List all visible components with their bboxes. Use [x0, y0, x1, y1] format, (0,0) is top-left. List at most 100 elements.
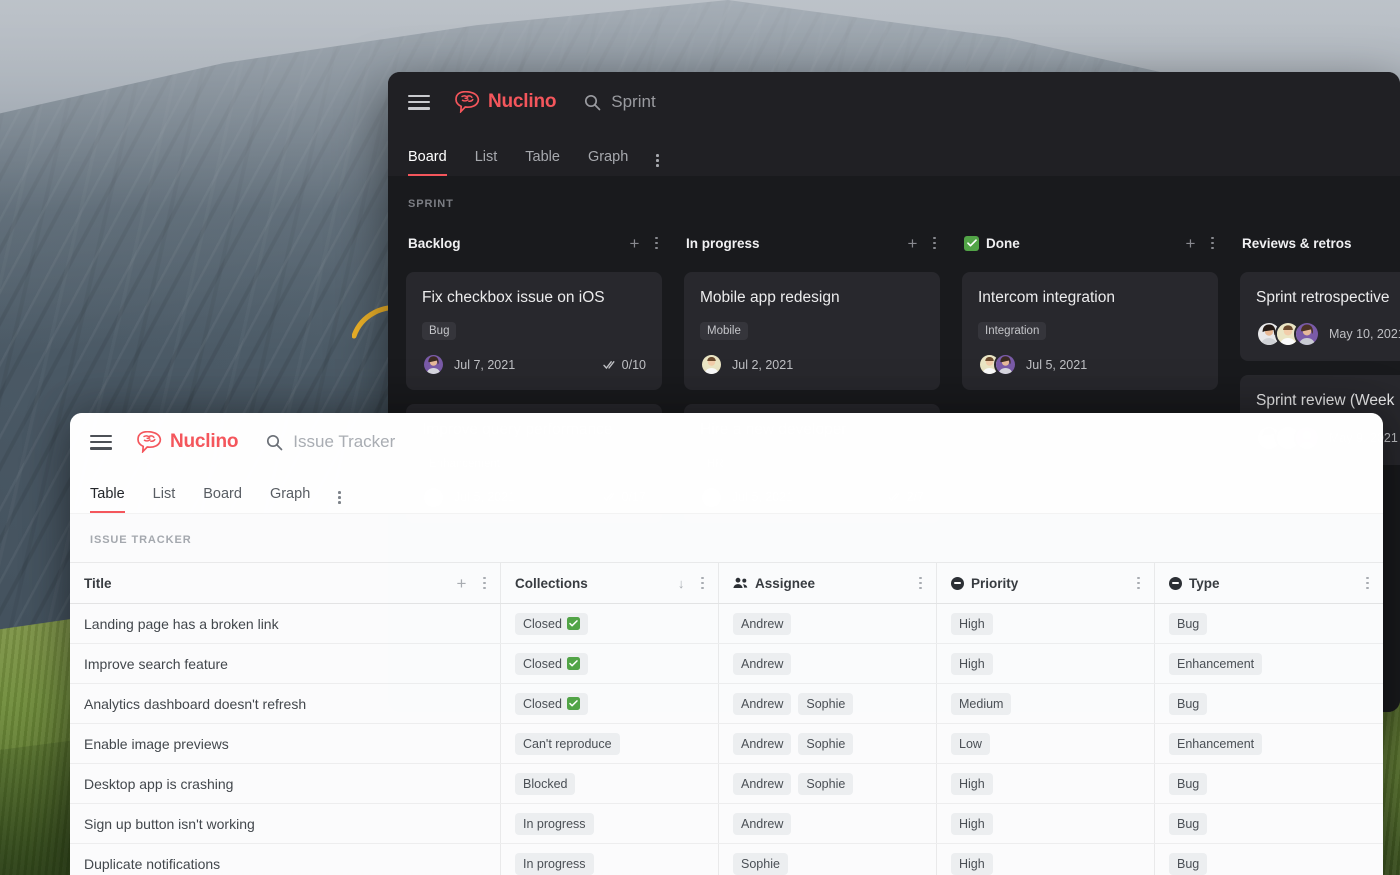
- tab-table[interactable]: Table: [90, 486, 125, 513]
- brand-logo[interactable]: Nuclino: [137, 431, 238, 453]
- cell-assignee[interactable]: Andrew: [718, 644, 936, 683]
- column-title: Backlog: [408, 235, 461, 251]
- tab-board[interactable]: Board: [408, 149, 447, 176]
- assignee-pill: Andrew: [733, 732, 792, 755]
- column-more-icon[interactable]: [1137, 576, 1140, 590]
- cell-assignee[interactable]: Andrew Sophie: [718, 724, 936, 763]
- people-icon: [733, 577, 748, 588]
- cell-priority[interactable]: Low: [936, 724, 1154, 763]
- cell-priority[interactable]: High: [936, 844, 1154, 875]
- cell-type[interactable]: Bug: [1154, 604, 1383, 643]
- column-more-icon[interactable]: [701, 576, 704, 590]
- board-card[interactable]: Fix checkbox issue on iOS Bug Jul 7, 202…: [406, 272, 662, 391]
- add-card-icon[interactable]: +: [629, 235, 639, 252]
- tab-list[interactable]: List: [475, 149, 498, 176]
- tabs-more-icon[interactable]: [338, 491, 341, 513]
- add-card-icon[interactable]: +: [907, 235, 917, 252]
- collection-label: Closed: [523, 656, 562, 671]
- cell-assignee[interactable]: Sophie: [718, 844, 936, 875]
- tab-list[interactable]: List: [153, 486, 176, 513]
- cell-priority[interactable]: High: [936, 644, 1154, 683]
- assignee-pill: Sophie: [798, 692, 854, 715]
- tabs-more-icon[interactable]: [656, 154, 659, 176]
- card-title: Fix checkbox issue on iOS: [422, 289, 605, 306]
- tab-board[interactable]: Board: [203, 486, 242, 513]
- collection-pill: Closed: [515, 652, 588, 675]
- board-kicker: SPRINT: [408, 198, 454, 210]
- cell-type[interactable]: Enhancement: [1154, 644, 1383, 683]
- cell-collections[interactable]: Closed: [500, 604, 718, 643]
- search-bar[interactable]: Sprint: [584, 92, 656, 112]
- table-row[interactable]: Sign up button isn't working In progress…: [70, 804, 1383, 844]
- table-row[interactable]: Improve search feature Closed Andrew Hig…: [70, 644, 1383, 684]
- table-row[interactable]: Analytics dashboard doesn't refresh Clos…: [70, 684, 1383, 724]
- cell-assignee[interactable]: Andrew Sophie: [718, 764, 936, 803]
- cell-title[interactable]: Sign up button isn't working: [70, 804, 500, 843]
- tab-graph[interactable]: Graph: [270, 486, 310, 513]
- card-avatars: [700, 353, 723, 377]
- cell-priority[interactable]: High: [936, 764, 1154, 803]
- cell-collections[interactable]: In progress: [500, 844, 718, 875]
- tab-graph[interactable]: Graph: [588, 149, 628, 176]
- column-header-title[interactable]: Title +: [70, 563, 500, 603]
- arrow-down-icon[interactable]: ↓: [678, 577, 685, 590]
- cell-collections[interactable]: Blocked: [500, 764, 718, 803]
- column-header: Backlog +: [406, 232, 662, 254]
- issue-tracker-window[interactable]: Nuclino Issue Tracker Table List Board G…: [70, 413, 1383, 875]
- table-row[interactable]: Enable image previews Can't reproduce An…: [70, 724, 1383, 764]
- cell-title[interactable]: Enable image previews: [70, 724, 500, 763]
- column-more-icon[interactable]: [1366, 576, 1369, 590]
- cell-priority[interactable]: Medium: [936, 684, 1154, 723]
- column-header-priority[interactable]: Priority: [936, 563, 1154, 603]
- table-row[interactable]: Landing page has a broken link Closed An…: [70, 604, 1383, 644]
- cell-title[interactable]: Analytics dashboard doesn't refresh: [70, 684, 500, 723]
- cell-priority[interactable]: High: [936, 604, 1154, 643]
- cell-collections[interactable]: In progress: [500, 804, 718, 843]
- column-header-type[interactable]: Type: [1154, 563, 1383, 603]
- search-input[interactable]: Issue Tracker: [293, 432, 395, 452]
- cell-priority[interactable]: High: [936, 804, 1154, 843]
- card-title: Sprint retrospective: [1256, 289, 1390, 306]
- search-bar[interactable]: Issue Tracker: [266, 432, 395, 452]
- tab-table[interactable]: Table: [525, 149, 560, 176]
- card-tag: Integration: [978, 322, 1047, 341]
- board-card[interactable]: Intercom integration Integration Jul 5, …: [962, 272, 1218, 391]
- cell-type[interactable]: Enhancement: [1154, 724, 1383, 763]
- column-more-icon[interactable]: [655, 236, 658, 250]
- column-more-icon[interactable]: [919, 576, 922, 590]
- cell-assignee[interactable]: Andrew: [718, 804, 936, 843]
- cell-title[interactable]: Duplicate notifications: [70, 844, 500, 875]
- board-card[interactable]: Sprint retrospective May 10, 2021: [1240, 272, 1400, 362]
- cell-assignee[interactable]: Andrew Sophie: [718, 684, 936, 723]
- cell-title[interactable]: Landing page has a broken link: [70, 604, 500, 643]
- hamburger-menu-icon[interactable]: [90, 434, 112, 450]
- table-row[interactable]: Desktop app is crashing Blocked Andrew So…: [70, 764, 1383, 804]
- search-input[interactable]: Sprint: [611, 92, 655, 112]
- column-more-icon[interactable]: [933, 236, 936, 250]
- cell-collections[interactable]: Closed: [500, 644, 718, 683]
- table-header-row: Title + Collections ↓ Assignee Priority …: [70, 562, 1383, 604]
- cell-collections[interactable]: Closed: [500, 684, 718, 723]
- issue-title: Sign up button isn't working: [84, 815, 255, 832]
- double-check-icon: [602, 360, 615, 369]
- add-card-icon[interactable]: +: [1185, 235, 1195, 252]
- cell-type[interactable]: Bug: [1154, 844, 1383, 875]
- cell-title[interactable]: Improve search feature: [70, 644, 500, 683]
- table-row[interactable]: Duplicate notifications In progress Soph…: [70, 844, 1383, 875]
- column-more-icon[interactable]: [1211, 236, 1214, 250]
- cell-type[interactable]: Bug: [1154, 764, 1383, 803]
- white-check-mark-icon: [566, 697, 580, 710]
- column-header-assignee[interactable]: Assignee: [718, 563, 936, 603]
- cell-collections[interactable]: Can't reproduce: [500, 724, 718, 763]
- brand-logo[interactable]: Nuclino: [455, 91, 556, 113]
- collection-label: Closed: [523, 696, 562, 711]
- cell-title[interactable]: Desktop app is crashing: [70, 764, 500, 803]
- column-more-icon[interactable]: [483, 576, 486, 590]
- cell-type[interactable]: Bug: [1154, 684, 1383, 723]
- board-card[interactable]: Mobile app redesign Mobile Jul 2, 2021: [684, 272, 940, 391]
- cell-type[interactable]: Bug: [1154, 804, 1383, 843]
- column-header-collections[interactable]: Collections ↓: [500, 563, 718, 603]
- cell-assignee[interactable]: Andrew: [718, 604, 936, 643]
- hamburger-menu-icon[interactable]: [408, 94, 430, 110]
- add-column-icon[interactable]: +: [456, 575, 466, 592]
